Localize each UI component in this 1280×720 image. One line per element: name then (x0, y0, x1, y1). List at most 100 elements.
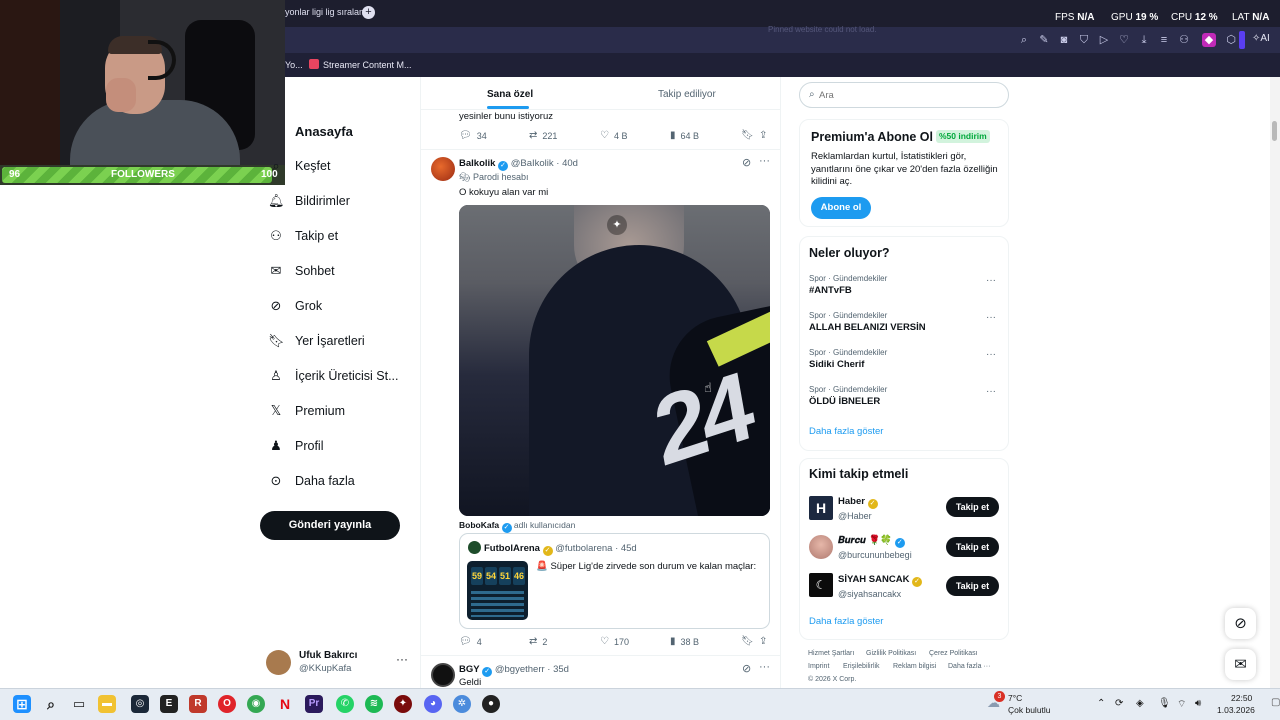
nav-item-chat[interactable]: ✉ Sohbet (268, 260, 335, 282)
clock-date[interactable]: 1.03.2026 (1217, 705, 1255, 715)
follow-button[interactable]: Takip et (946, 537, 999, 557)
share-button[interactable]: ⇪ (759, 636, 772, 647)
post-button[interactable]: Gönderi yayınla (260, 511, 400, 540)
nav-home[interactable]: Anasayfa (295, 124, 353, 139)
netflix-icon[interactable]: N (276, 695, 294, 713)
cube-icon[interactable]: ⬡ (1224, 33, 1238, 47)
tray-chevron-icon[interactable]: ⌃ (1097, 698, 1105, 709)
who-item-text[interactable]: SİYAH SANCAK ✓ @siyahsancakx (838, 574, 923, 599)
avatar[interactable] (431, 157, 455, 181)
extension-icon[interactable]: ◆ (1202, 33, 1216, 47)
nav-item-follow[interactable]: ⚇ Takip et (268, 225, 338, 247)
weather-desc[interactable]: Çok bulutlu (1008, 705, 1051, 715)
bookmark-item[interactable]: Streamer Content M... (323, 60, 412, 70)
network-app-icon[interactable]: ✲ (453, 695, 471, 713)
new-tab-button[interactable]: + (362, 6, 375, 19)
weather-temp[interactable]: 7°C (1008, 693, 1022, 703)
zoom-icon[interactable]: ⌕ (1017, 33, 1031, 47)
volume-icon[interactable]: 🔊︎ (1195, 698, 1201, 709)
steam-icon[interactable]: ◎ (131, 695, 149, 713)
more-icon[interactable]: ··· (986, 312, 996, 323)
follow-button[interactable]: Takip et (946, 497, 999, 517)
ai-button[interactable]: ✧AI (1252, 33, 1270, 44)
play-icon[interactable]: ▷ (1097, 33, 1111, 47)
avatar[interactable] (431, 663, 455, 687)
more-icon[interactable]: ··· (396, 652, 408, 666)
shield-icon[interactable]: ⛉ (1077, 33, 1091, 47)
footer-link[interactable]: Imprint (808, 663, 829, 670)
post-time[interactable]: · 35d (547, 664, 569, 675)
search-input[interactable] (819, 87, 999, 103)
post-author-handle[interactable]: @BaIkolik (511, 158, 554, 169)
trend-item[interactable]: Spor · Gündemdekiler ÖLDÜ İBNELER (809, 385, 1001, 409)
camera-icon[interactable]: ◙ (1057, 33, 1071, 47)
footer-link[interactable]: Erişilebilirlik (843, 663, 880, 670)
opera-icon[interactable]: O (218, 695, 236, 713)
share-button[interactable]: ⇪ (759, 130, 772, 141)
nav-item-grok[interactable]: ⊘ Grok (268, 295, 323, 317)
more-icon[interactable]: ··· (986, 386, 996, 397)
more-icon[interactable]: ··· (986, 275, 996, 286)
profile-icon[interactable]: ⚇ (1177, 33, 1191, 47)
nav-item-premium[interactable]: 𝕏 Premium (268, 400, 345, 422)
windows-start-icon[interactable]: ⊞ (13, 695, 31, 713)
tray-mic-icon[interactable]: 🎙︎ (1158, 698, 1171, 709)
trends-show-more-link[interactable]: Daha fazla göster (809, 426, 883, 437)
discord-icon[interactable]: ◕ (424, 695, 442, 713)
grok-icon[interactable]: ⊘ (742, 156, 751, 169)
grok-icon[interactable]: ⊘ (742, 662, 751, 675)
chrome-icon[interactable]: ◉ (247, 695, 265, 713)
who-show-more-link[interactable]: Daha fazla göster (809, 616, 883, 627)
trend-item[interactable]: Spor · Gündemdekiler #ANTvFB (809, 274, 1001, 298)
bookmark-item[interactable]: Yo... (285, 60, 303, 70)
who-item-text[interactable]: 𝑩𝒖𝒓𝒄𝒖 🌹🍀 ✓ @burcununbebegi (838, 535, 912, 560)
trend-item[interactable]: Spor · Gündemdekiler ALLAH BELANIZI VERS… (809, 311, 1001, 335)
clock-time[interactable]: 22:50 (1231, 693, 1252, 703)
heart-icon[interactable]: ♡ (1117, 33, 1131, 47)
messages-float-icon[interactable]: ✉ (1225, 649, 1256, 680)
like-button[interactable]: ♡ 4 B (600, 130, 627, 141)
footer-link[interactable]: Çerez Politikası (929, 650, 978, 657)
footer-link[interactable]: Daha fazla ··· (948, 663, 990, 670)
scrollbar[interactable] (1270, 77, 1280, 688)
scrollbar-thumb[interactable] (1272, 121, 1277, 141)
trend-item[interactable]: Spor · Gündemdekiler Sidiki Cherif (809, 348, 1001, 372)
post-author-handle[interactable]: @bgyetherr (495, 664, 545, 675)
notifications-icon[interactable]: ▢ (1271, 697, 1280, 708)
nav-item-more[interactable]: ⊙ Daha fazla (268, 470, 355, 492)
grok-float-icon[interactable]: ⊘ (1225, 608, 1256, 639)
repost-button[interactable]: ⇄ 2 (529, 636, 547, 647)
follow-button[interactable]: Takip et (946, 576, 999, 596)
bookmark-button[interactable]: 🔖︎ (741, 636, 759, 647)
more-icon[interactable]: ··· (759, 155, 770, 167)
views-button[interactable]: ▮ 38 B (670, 636, 699, 647)
tray-app-icon[interactable]: ◈ (1136, 698, 1144, 709)
nav-item-notifications[interactable]: 🔔︎ Bildirimler (268, 190, 350, 212)
edit-icon[interactable]: ✎ (1037, 33, 1051, 47)
more-icon[interactable]: ··· (986, 349, 996, 360)
like-button[interactable]: ♡ 170 (600, 636, 629, 647)
file-explorer-icon[interactable]: ▬ (98, 695, 116, 713)
subscribe-button[interactable]: Abone ol (811, 197, 871, 219)
bookmark-button[interactable]: 🔖︎ (741, 130, 759, 141)
tab-for-you[interactable]: Sana özel (487, 89, 533, 100)
whatsapp-icon[interactable]: ✆ (336, 695, 354, 713)
menu-icon[interactable]: ≡ (1157, 33, 1171, 47)
avatar[interactable]: ☾ (809, 573, 833, 597)
post-author-name[interactable]: BGY (459, 664, 480, 675)
footer-link[interactable]: Gizlilik Politikası (866, 650, 916, 657)
reply-button[interactable]: 💬︎ 4 (459, 636, 482, 647)
riot-icon[interactable]: R (189, 695, 207, 713)
post-media-video[interactable]: 24 ✦ (459, 205, 770, 516)
tab-following[interactable]: Takip ediliyor (658, 89, 716, 100)
search-icon[interactable]: ⌕ (42, 695, 60, 713)
post-author-name[interactable]: Balkolik (459, 158, 495, 169)
download-icon[interactable]: ⤓ (1137, 33, 1151, 47)
search-box[interactable]: ⌕ (799, 82, 1009, 108)
repost-button[interactable]: ⇄ 221 (529, 130, 557, 141)
app-icon[interactable]: ✦ (394, 695, 412, 713)
wifi-icon[interactable]: ⌔ (1177, 698, 1186, 711)
sidebar-toggle[interactable] (1239, 31, 1245, 49)
nav-item-bookmarks[interactable]: 🔖︎ Yer İşaretleri (268, 330, 365, 352)
views-button[interactable]: ▮ 64 B (670, 130, 699, 141)
